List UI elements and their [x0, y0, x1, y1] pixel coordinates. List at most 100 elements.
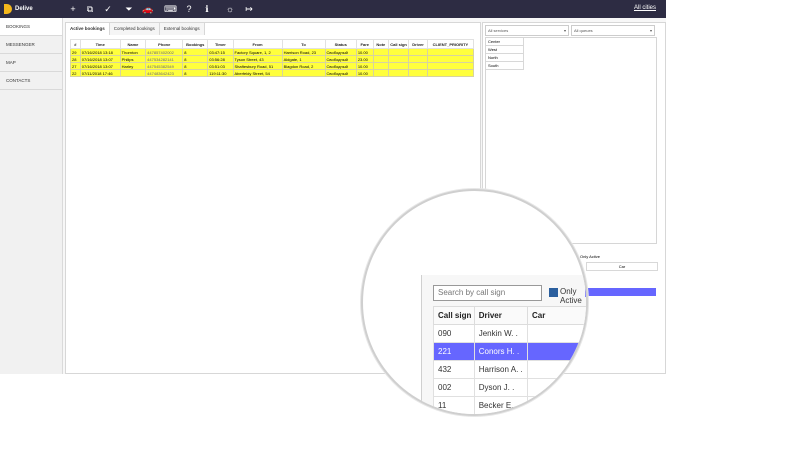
column-header[interactable]: Car	[526, 306, 586, 325]
car-icon[interactable]: 🚗	[142, 3, 154, 15]
tab-completed-bookings[interactable]: Completed bookings	[109, 23, 160, 35]
column-header[interactable]: CLIENT_PRIORITY	[426, 39, 475, 49]
table-cell: Aberfeldy Street, 54	[232, 69, 283, 77]
drivers-table: Call sign Driver Car 090 Jenkin W. . 221 Co…	[433, 306, 586, 414]
table-cell: 119:11:30	[207, 69, 234, 77]
column-header[interactable]: Call sign	[387, 39, 410, 49]
column-header[interactable]: To	[281, 39, 326, 49]
column-header[interactable]: From	[232, 39, 283, 49]
column-header[interactable]: Phone	[145, 39, 184, 49]
info-icon[interactable]: ℹ	[201, 3, 213, 15]
driver-row[interactable]: 090 Jenkin W. .	[433, 324, 586, 343]
table-cell: 447545382549	[145, 62, 184, 70]
check-icon[interactable]: ✓	[102, 3, 114, 15]
table-cell	[408, 48, 428, 56]
column-header[interactable]: Note	[372, 39, 389, 49]
table-cell: 28	[70, 55, 81, 63]
logout-icon[interactable]: ↦	[243, 3, 255, 15]
column-header[interactable]: Driver	[408, 39, 428, 49]
driver-driver: Becker E. .	[473, 396, 528, 414]
table-cell: Aldgate, 1	[281, 55, 326, 63]
driver-car	[526, 324, 586, 343]
driver-row[interactable]: 002 Dyson J. .	[433, 378, 586, 397]
zone-item[interactable]: Center	[486, 38, 524, 46]
sidebar-item-messenger[interactable]: MESSENGER	[0, 36, 62, 54]
driver-driver: Conors H. .	[473, 342, 528, 361]
zone-item[interactable]: North	[486, 54, 524, 62]
column-header[interactable]: Driver	[473, 306, 528, 325]
bookings-table: # Time Name Phone Bookings Timer From To…	[70, 39, 475, 77]
table-cell	[372, 55, 389, 63]
top-toolbar: Delive + ⧉ ✓ ⏷ 🚗 ⌨ ? ℹ ☼ ↦ All cities	[0, 0, 666, 18]
copy-icon[interactable]: ⧉	[84, 3, 96, 15]
table-cell: Свободный	[324, 62, 357, 70]
zone-item[interactable]: West	[486, 46, 524, 54]
table-cell: 07/16/2018 13:18	[79, 48, 121, 56]
table-row[interactable]: 29 07/16/2018 13:18 Thornton 447857402002 8 0…	[70, 48, 475, 56]
call-sign-search-input[interactable]: Search by call sign	[433, 285, 542, 301]
driver-car	[526, 360, 586, 379]
add-icon[interactable]: +	[67, 3, 79, 15]
services-select[interactable]: All services	[485, 25, 569, 36]
table-cell	[372, 48, 389, 56]
table-cell: 447857402002	[145, 48, 184, 56]
app-name: Delive	[15, 6, 33, 12]
column-header[interactable]: Call sign	[433, 306, 475, 325]
table-cell	[387, 55, 410, 63]
table-cell: 8	[182, 69, 209, 77]
driver-call-sign: 11	[433, 396, 475, 414]
table-cell	[281, 69, 326, 77]
table-cell: 10.00	[355, 48, 374, 56]
driver-row[interactable]: 432 Harrison A. .	[433, 360, 586, 379]
table-cell	[119, 69, 147, 77]
logo-icon	[4, 4, 12, 14]
sidebar-item-contacts[interactable]: CONTACTS	[0, 72, 62, 90]
driver-driver: Harrison A. .	[473, 360, 528, 379]
only-active-label: Only Active	[560, 287, 582, 305]
driver-call-sign: 002	[433, 378, 475, 397]
table-cell: 8	[182, 62, 209, 70]
tab-external-bookings[interactable]: External bookings	[159, 23, 205, 35]
all-cities-link[interactable]: All cities	[634, 5, 656, 11]
table-cell: Shaftesbury Road, 51	[232, 62, 283, 70]
column-header[interactable]: Name	[119, 39, 147, 49]
driver-call-sign: 090	[433, 324, 475, 343]
zoom-magnifier: Search by call sign Only Active Call sig…	[361, 189, 588, 416]
table-cell: Свободный	[324, 55, 357, 63]
zoomed-driver-panel: Search by call sign Only Active Call sig…	[363, 191, 586, 414]
driver-car	[526, 378, 586, 397]
column-header[interactable]: #	[70, 39, 81, 49]
zone-item[interactable]: South	[486, 62, 524, 70]
table-cell: Harley	[119, 62, 147, 70]
column-header[interactable]: Time	[79, 39, 121, 49]
filter-icon[interactable]: ⏷	[123, 3, 135, 15]
bug-icon[interactable]: ☼	[224, 3, 236, 15]
table-cell: Blagdon Road, 2	[281, 62, 326, 70]
keyboard-icon[interactable]: ⌨	[164, 3, 177, 15]
sidebar-item-map[interactable]: MAP	[0, 54, 62, 72]
table-cell: 27	[70, 62, 81, 70]
logo[interactable]: Delive	[4, 3, 33, 15]
column-header[interactable]: Status	[324, 39, 357, 49]
sidebar-item-bookings[interactable]: BOOKINGS	[0, 18, 62, 36]
table-cell: Свободный	[324, 69, 357, 77]
driver-row[interactable]: 221 Conors H. .	[433, 342, 586, 361]
table-cell: 22	[70, 69, 81, 77]
column-header[interactable]: Bookings	[182, 39, 209, 49]
driver-row[interactable]: 11 Becker E. .	[433, 396, 586, 414]
help-icon[interactable]: ?	[183, 3, 195, 15]
column-header[interactable]: Timer	[207, 39, 234, 49]
drivers-header-row: Call sign Driver Car	[433, 306, 586, 325]
queues-select[interactable]: All queues	[571, 25, 655, 36]
table-cell	[408, 62, 428, 70]
table-row[interactable]: 27 07/16/2018 13:07 Harley 447545382549 8 03:…	[70, 62, 475, 70]
sidebar: BOOKINGS MESSENGER MAP CONTACTS	[0, 18, 63, 374]
table-row[interactable]: 28 07/16/2018 13:07 Philips 447534282141 8 03…	[70, 55, 475, 63]
table-cell	[426, 55, 475, 63]
only-active-checkbox[interactable]	[549, 288, 558, 297]
tab-active-bookings[interactable]: Active bookings	[66, 23, 110, 35]
table-cell: 8	[182, 55, 209, 63]
table-row[interactable]: 22 07/11/2018 17:46 447483642423 8 119:11:30…	[70, 69, 475, 77]
table-cell	[408, 55, 428, 63]
column-header[interactable]: Fare	[355, 39, 374, 49]
